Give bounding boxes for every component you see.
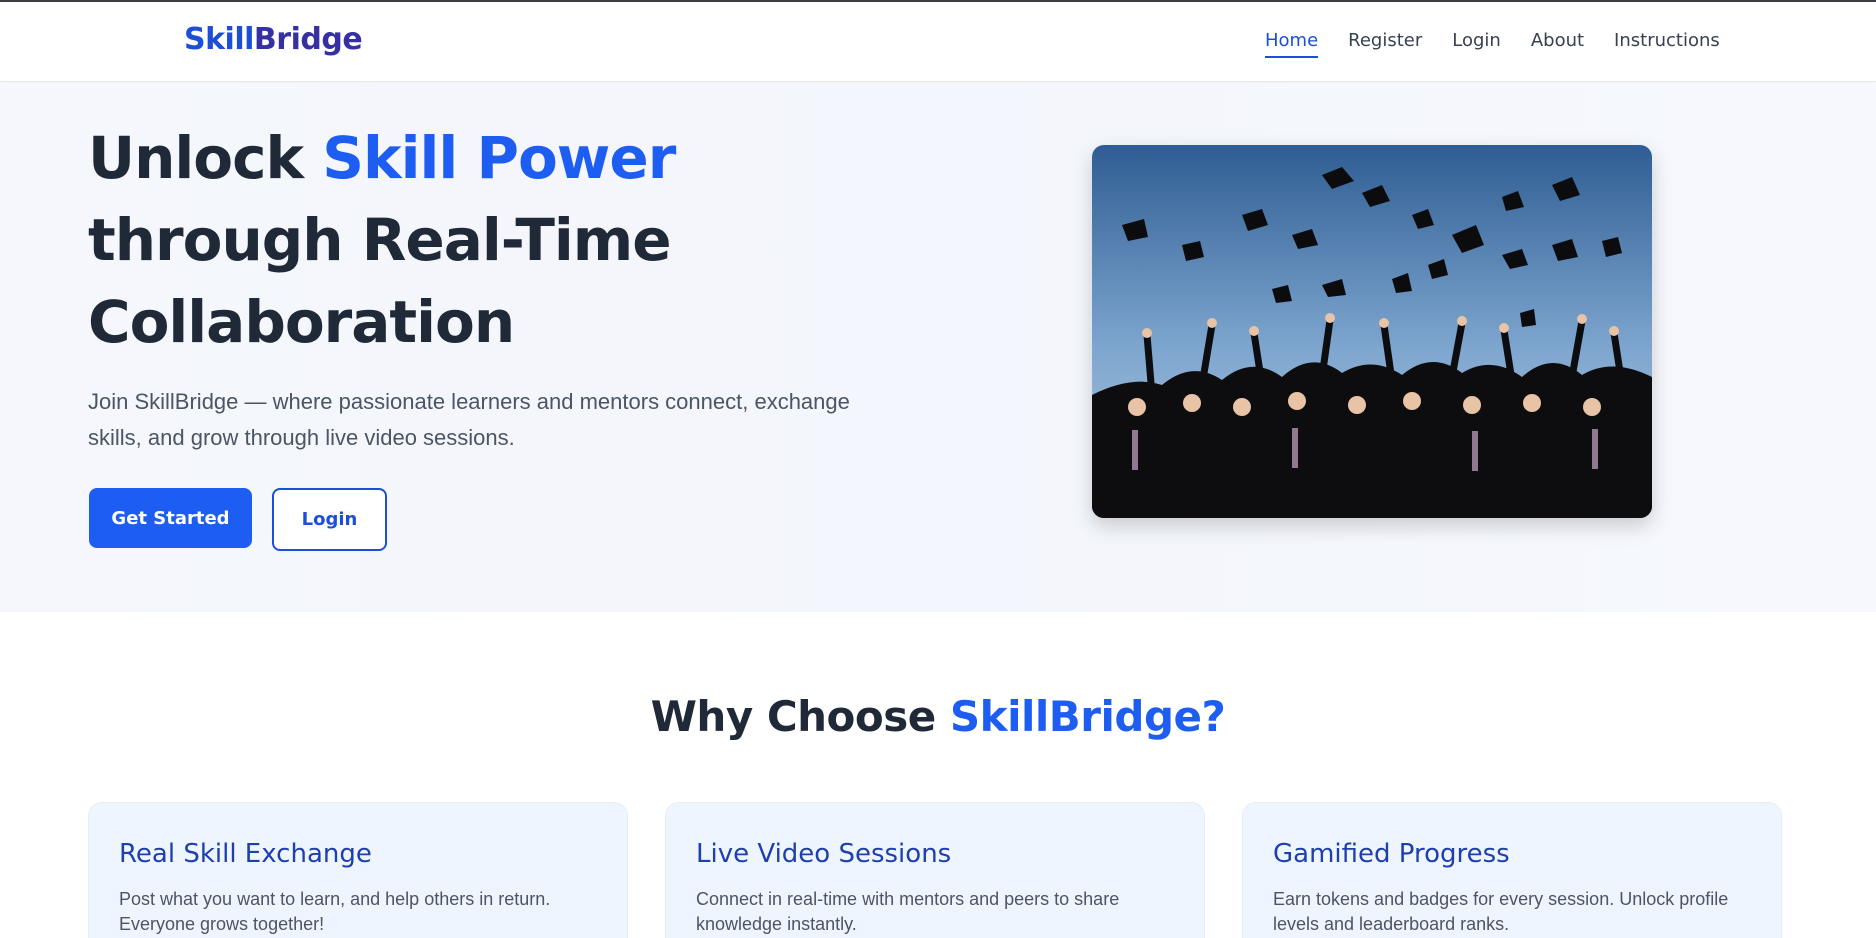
feature-card-desc: Earn tokens and badges for every session…: [1273, 889, 1729, 934]
hero-section: Unlock Skill Power through Real-Time Col…: [0, 83, 1876, 612]
why-title: Why Choose SkillBridge?: [0, 692, 1876, 741]
feature-card-desc: Connect in real-time with mentors and pe…: [696, 889, 1120, 934]
brand-part-2: Bridge: [253, 22, 363, 57]
why-section: Why Choose SkillBridge? Real Skill Excha…: [0, 612, 1876, 938]
feature-card-skill-exchange: Real Skill Exchange Post what you want t…: [88, 802, 628, 938]
brand-logo[interactable]: SkillBridge: [184, 22, 363, 57]
why-title-accent: SkillBridge?: [949, 692, 1226, 741]
nav-link-about[interactable]: About: [1531, 30, 1584, 58]
hero-subtitle: Join SkillBridge — where passionate lear…: [88, 389, 850, 450]
nav-links: Home Register Login About Instructions: [1265, 30, 1750, 58]
brand-part-1: Skill: [184, 22, 254, 57]
hero-title-part1: Unlock: [88, 124, 323, 192]
feature-card-video-sessions: Live Video Sessions Connect in real-time…: [665, 802, 1205, 938]
nav-link-home[interactable]: Home: [1265, 30, 1319, 58]
graduation-hero-image: [1092, 145, 1652, 518]
feature-card-desc: Post what you want to learn, and help ot…: [119, 889, 551, 934]
hero-title-part2: through Real-Time Collaboration: [88, 206, 672, 356]
feature-card-gamified-progress: Gamified Progress Earn tokens and badges…: [1242, 802, 1782, 938]
feature-card-title: Gamified Progress: [1273, 839, 1510, 869]
nav-link-instructions[interactable]: Instructions: [1614, 30, 1720, 58]
why-title-part1: Why Choose: [650, 692, 950, 741]
feature-card-title: Live Video Sessions: [696, 839, 952, 869]
hero-login-button[interactable]: Login: [272, 488, 387, 551]
hero-title-accent: Skill Power: [322, 124, 676, 192]
feature-card-title: Real Skill Exchange: [119, 839, 372, 869]
navbar: SkillBridge Home Register Login About In…: [0, 2, 1876, 82]
get-started-button[interactable]: Get Started: [89, 488, 252, 548]
hero-title: Unlock Skill Power through Real-Time Col…: [88, 117, 848, 363]
nav-link-register[interactable]: Register: [1348, 30, 1422, 58]
nav-link-login[interactable]: Login: [1452, 30, 1501, 58]
